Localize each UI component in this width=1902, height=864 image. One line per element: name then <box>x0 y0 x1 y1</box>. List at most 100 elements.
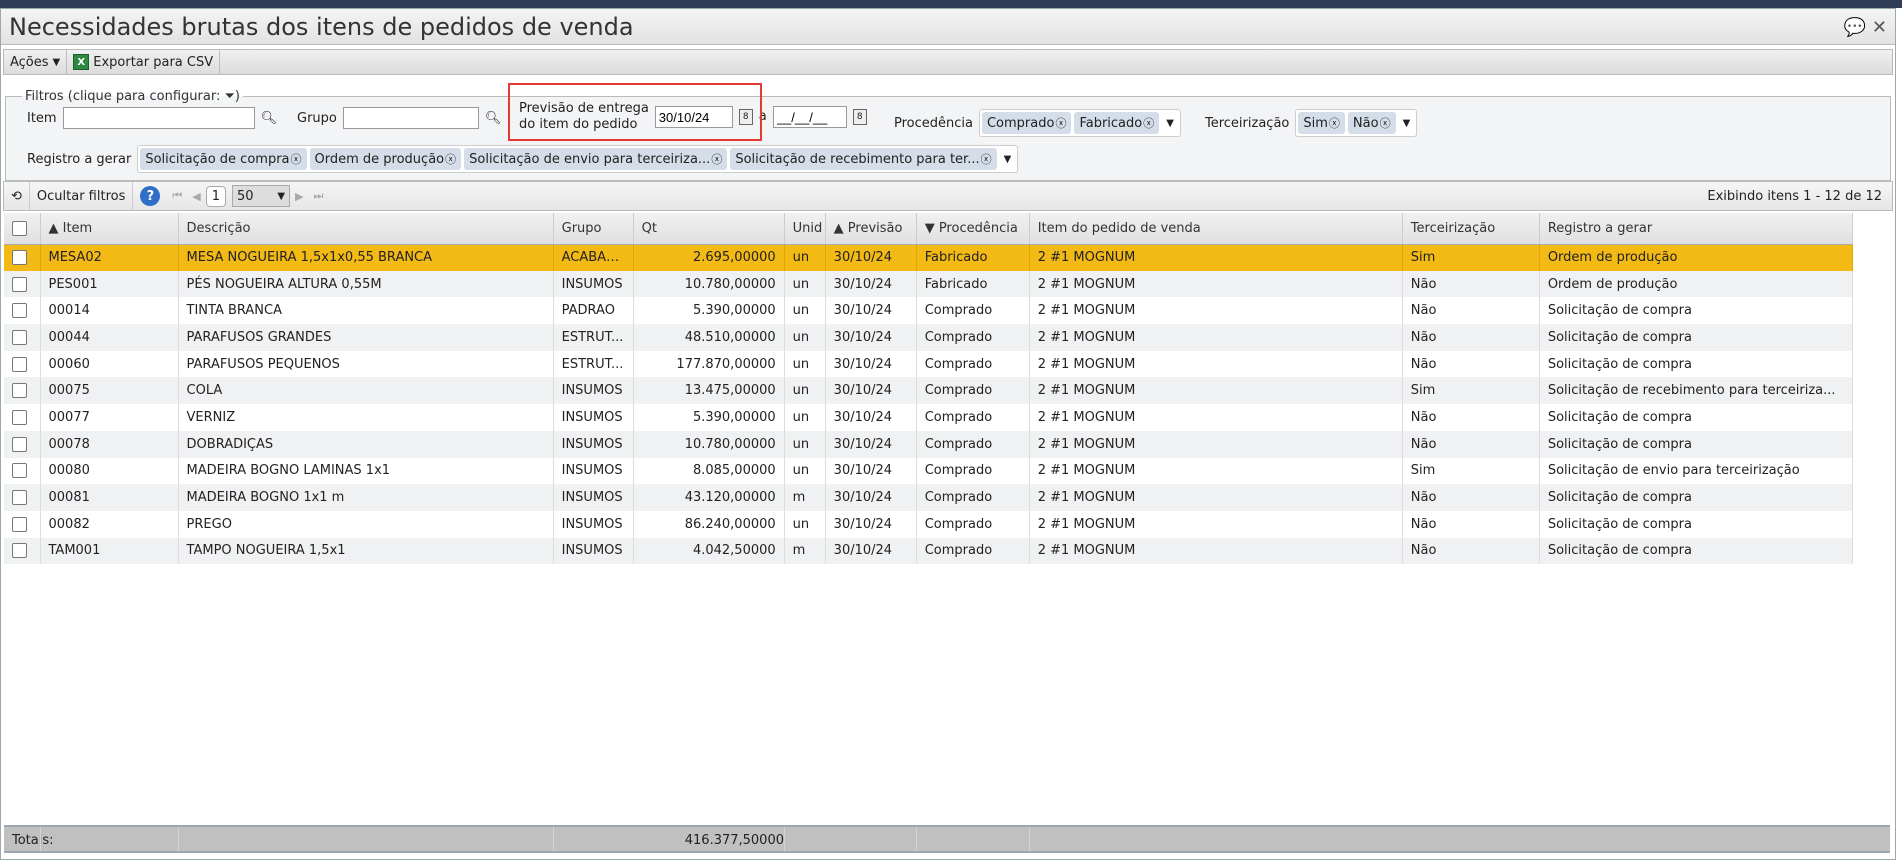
chip-comprado[interactable]: Compradoⓧ <box>981 112 1072 134</box>
cell-qt: 10.780,00000 <box>633 270 785 298</box>
actions-menu-button[interactable]: Ações ▼ <box>4 50 68 74</box>
row-checkbox[interactable] <box>4 430 41 458</box>
cell-procedencia: Comprado <box>916 510 1030 538</box>
chip-recebimento-terceirizacao[interactable]: Solicitação de recebimento para ter...ⓧ <box>730 148 997 170</box>
search-icon[interactable]: 🔍︎ <box>485 111 502 126</box>
dropdown-icon[interactable]: ▼ <box>1000 154 1016 165</box>
cell-descricao: TAMPO NOGUEIRA 1,5x1 <box>178 537 554 565</box>
column-header-grupo[interactable]: Grupo <box>553 213 634 245</box>
cell-terceirizacao: Sim <box>1402 457 1540 485</box>
chip-solicitacao-compra[interactable]: Solicitação de compraⓧ <box>140 148 307 170</box>
cell-item: 00077 <box>40 404 179 431</box>
first-page-icon[interactable]: ⏮ <box>167 189 187 203</box>
cell-item-pedido: 2 #1 MOGNUM <box>1029 537 1403 565</box>
export-label: Exportar para CSV <box>93 54 214 70</box>
export-csv-button[interactable]: X Exportar para CSV <box>67 50 221 74</box>
previsao-to-input[interactable] <box>772 106 847 128</box>
search-icon[interactable]: 🔍︎ <box>261 111 278 126</box>
dropdown-icon: ▼ <box>277 190 286 202</box>
cell-descricao: DOBRADIÇAS <box>178 430 554 458</box>
cell-item-pedido: 2 #1 MOGNUM <box>1029 457 1403 485</box>
cell-item: 00078 <box>40 430 179 458</box>
cell-grupo: INSUMOS <box>553 510 634 538</box>
row-checkbox[interactable] <box>4 537 41 565</box>
cell-qt: 13.475,00000 <box>633 377 785 405</box>
cell-qt: 177.870,00000 <box>633 350 785 378</box>
last-page-icon[interactable]: ⏭ <box>309 189 329 203</box>
cell-grupo: INSUMOS <box>553 404 634 431</box>
chip-envio-terceirizacao[interactable]: Solicitação de envio para terceiriza...ⓧ <box>464 148 728 170</box>
row-checkbox[interactable] <box>4 510 41 538</box>
remove-icon: ⓧ <box>1055 117 1067 130</box>
cell-grupo: ESTRUT... <box>553 350 634 378</box>
table-row[interactable]: 00077 VERNIZ INSUMOS 5.390,00000 un 30/10/24 C… <box>4 404 1854 431</box>
grid-toolbar: ⟲ Ocultar filtros ? ⏮ ◀ 1 50 ▼ ▶ ⏭ Exibin… <box>3 181 1893 211</box>
cell-item: 00082 <box>40 510 179 538</box>
row-checkbox[interactable] <box>4 270 41 298</box>
row-checkbox[interactable] <box>4 377 41 405</box>
row-checkbox[interactable] <box>4 484 41 511</box>
table-row[interactable]: 00014 TINTA BRANCA PADRAO 5.390,00000 un 30/1… <box>4 297 1854 325</box>
cell-terceirizacao: Não <box>1402 404 1540 431</box>
help-icon[interactable]: ? <box>140 186 161 206</box>
filter-icon[interactable]: ⏷ <box>224 89 234 104</box>
table-row[interactable]: 00044 PARAFUSOS GRANDES ESTRUT... 48.510,00… <box>4 324 1854 351</box>
row-checkbox[interactable] <box>4 350 41 378</box>
column-header-qt[interactable]: Qt <box>633 213 785 245</box>
close-icon[interactable]: ✕ <box>1872 17 1887 38</box>
table-row[interactable]: 00060 PARAFUSOS PEQUENOS ESTRUT... 177.870,… <box>4 350 1854 378</box>
column-header-previsao[interactable]: ▲ Previsão <box>825 213 917 245</box>
chip-ordem-producao[interactable]: Ordem de produçãoⓧ <box>309 148 462 170</box>
column-header-terceirizacao[interactable]: Terceirização <box>1402 213 1540 245</box>
select-all-checkbox[interactable] <box>4 213 41 245</box>
cell-descricao: PÉS NOGUEIRA ALTURA 0,55M <box>178 270 554 298</box>
row-checkbox[interactable] <box>4 457 41 485</box>
cell-registro: Solicitação de compra <box>1539 510 1854 538</box>
cell-registro: Solicitação de compra <box>1539 350 1854 378</box>
cell-item: PES001 <box>40 270 179 298</box>
chip-fabricado[interactable]: Fabricadoⓧ <box>1074 112 1160 134</box>
cell-registro: Solicitação de recebimento para terceiri… <box>1539 377 1854 405</box>
cell-grupo: ACABADO <box>553 244 634 271</box>
page-number[interactable]: 1 <box>205 185 227 207</box>
column-header-procedencia[interactable]: ▼ Procedência <box>916 213 1030 245</box>
row-checkbox[interactable] <box>4 404 41 431</box>
dropdown-icon[interactable]: ▼ <box>1162 118 1178 129</box>
cell-descricao: COLA <box>178 377 554 405</box>
table-row[interactable]: PES001 PÉS NOGUEIRA ALTURA 0,55M INSUMOS 10… <box>4 270 1854 298</box>
table-row[interactable]: MESA02 MESA NOGUEIRA 1,5x1x0,55 BRANCA ACA… <box>4 244 1854 271</box>
row-checkbox[interactable] <box>4 244 41 271</box>
table-row[interactable]: 00082 PREGO INSUMOS 86.240,00000 un 30/10/24 C… <box>4 510 1854 538</box>
data-grid: ▲ Item Descrição Grupo Qt Unid ▲ Previsão ▼ Pr… <box>4 213 1854 565</box>
refresh-icon[interactable]: ⟲ <box>4 182 30 210</box>
hide-filters-button[interactable]: Ocultar filtros <box>30 182 134 210</box>
grupo-filter-input[interactable] <box>342 107 479 129</box>
dropdown-icon[interactable]: ▼ <box>1399 118 1415 129</box>
column-header-item[interactable]: ▲ Item <box>40 213 179 245</box>
comment-icon[interactable]: 💬 <box>1844 17 1866 38</box>
cell-procedencia: Comprado <box>916 297 1030 325</box>
row-checkbox[interactable] <box>4 297 41 325</box>
table-row[interactable]: 00080 MADEIRA BOGNO LAMINAS 1x1 INSUMOS 8.0… <box>4 457 1854 485</box>
chip-sim[interactable]: Simⓧ <box>1298 112 1345 134</box>
chip-nao[interactable]: Nãoⓧ <box>1347 112 1396 134</box>
filters-legend[interactable]: Filtros (clique para configurar: ⏷) <box>22 89 243 104</box>
column-header-descricao[interactable]: Descrição <box>178 213 554 245</box>
terceirizacao-select[interactable]: Simⓧ Nãoⓧ ▼ <box>1295 109 1418 137</box>
row-checkbox[interactable] <box>4 324 41 351</box>
table-row[interactable]: 00081 MADEIRA BOGNO 1x1 m INSUMOS 43.120,00… <box>4 484 1854 511</box>
table-row[interactable]: 00075 COLA INSUMOS 13.475,00000 un 30/10/24 Co… <box>4 377 1854 405</box>
calendar-icon[interactable]: 8 <box>852 109 867 125</box>
item-filter-input[interactable] <box>62 107 255 129</box>
column-header-unid[interactable]: Unid <box>784 213 826 245</box>
next-page-icon[interactable]: ▶ <box>290 190 308 203</box>
column-header-item-pedido[interactable]: Item do pedido de venda <box>1029 213 1403 245</box>
cell-item: 00080 <box>40 457 179 485</box>
registro-select[interactable]: Solicitação de compraⓧ Ordem de produção… <box>137 145 1019 173</box>
column-header-registro[interactable]: Registro a gerar <box>1539 213 1854 245</box>
table-row[interactable]: TAM001 TAMPO NOGUEIRA 1,5x1 INSUMOS 4.042,5… <box>4 537 1854 565</box>
page-size-select[interactable]: 50 ▼ <box>232 185 291 207</box>
table-row[interactable]: 00078 DOBRADIÇAS INSUMOS 10.780,00000 un 30/1… <box>4 430 1854 458</box>
prev-page-icon[interactable]: ◀ <box>187 190 205 203</box>
procedencia-select[interactable]: Compradoⓧ Fabricadoⓧ ▼ <box>978 109 1181 137</box>
